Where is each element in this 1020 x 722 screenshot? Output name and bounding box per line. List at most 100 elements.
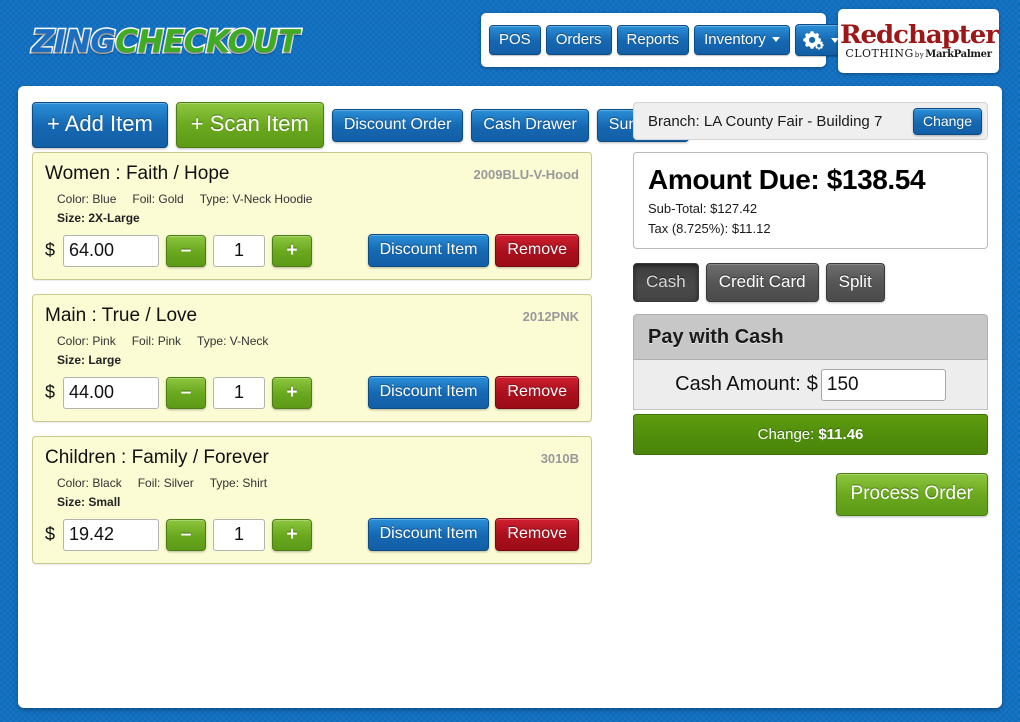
brand-tagline-clothing: CLOTHING: [845, 47, 914, 60]
tab-cash[interactable]: Cash: [633, 263, 699, 302]
checkout-sidebar: Branch: LA County Fair - Building 7 Chan…: [633, 102, 988, 516]
cash-payment-body: Cash Amount: $: [633, 360, 988, 410]
order-toolbar: + Add Item + Scan Item Discount Order Ca…: [32, 102, 690, 148]
price-currency-symbol: $: [45, 524, 56, 544]
remove-item-button[interactable]: Remove: [495, 376, 579, 409]
gear-icon: [803, 30, 825, 50]
store-brand-logo: Redchapter CLOTHING by MarkPalmer: [838, 9, 999, 73]
amount-due: Amount Due: $138.54: [648, 164, 926, 195]
item-price-input[interactable]: [63, 518, 160, 551]
item-attributes: Color: Blue Foil: Gold Type: V-Neck Hood…: [57, 192, 579, 206]
discount-item-button[interactable]: Discount Item: [367, 518, 490, 551]
add-item-button[interactable]: + Add Item: [32, 102, 168, 148]
qty-decrement-button[interactable]: –: [166, 234, 207, 267]
change-value: $11.46: [818, 426, 864, 443]
scan-item-button[interactable]: + Scan Item: [175, 102, 324, 148]
order-item-row: Main : True / Love 2012PNK Color: Pink F…: [32, 294, 592, 422]
tab-split[interactable]: Split: [825, 263, 885, 302]
nav-item-orders[interactable]: Orders: [545, 25, 612, 55]
item-sku: 2009BLU-V-Hood: [473, 167, 579, 182]
item-attributes: Color: Black Foil: Silver Type: Shirt: [57, 476, 579, 490]
item-sku: 2012PNK: [522, 309, 579, 324]
order-item-row: Women : Faith / Hope 2009BLU-V-Hood Colo…: [32, 152, 592, 280]
branch-selector: Branch: LA County Fair - Building 7 Chan…: [633, 102, 988, 140]
process-order-button[interactable]: Process Order: [835, 473, 988, 516]
price-currency-symbol: $: [45, 382, 56, 402]
brand-tagline-artist: MarkPalmer: [925, 49, 992, 60]
brand-name: Redchapter: [839, 20, 999, 49]
logo-text-zing: Zing: [30, 23, 117, 62]
item-color: Color: Blue: [57, 192, 117, 206]
subtotal: Sub-Total: $127.42: [648, 201, 758, 216]
nav-item-inventory-label: Inventory: [704, 31, 766, 48]
order-item-row: Children : Family / Forever 3010B Color:…: [32, 436, 592, 564]
item-price-input[interactable]: [63, 376, 160, 409]
item-controls: $ – + Discount Item Remove: [45, 234, 579, 267]
nav-item-pos[interactable]: POS: [489, 25, 541, 55]
item-title: Children : Family / Forever: [45, 447, 269, 468]
item-controls: $ – + Discount Item Remove: [45, 376, 579, 409]
cash-currency-symbol: $: [806, 373, 818, 395]
item-type: Type: V-Neck Hoodie: [199, 192, 313, 206]
qty-decrement-button[interactable]: –: [166, 518, 207, 551]
item-color: Color: Black: [57, 476, 122, 490]
item-action-buttons: Discount Item Remove: [367, 376, 579, 409]
item-type: Type: V-Neck: [197, 334, 269, 348]
nav-item-inventory[interactable]: Inventory: [694, 25, 790, 55]
discount-item-button[interactable]: Discount Item: [367, 376, 490, 409]
qty-increment-button[interactable]: +: [272, 234, 313, 267]
item-foil: Foil: Silver: [137, 476, 194, 490]
discount-item-button[interactable]: Discount Item: [367, 234, 490, 267]
item-header: Main : True / Love 2012PNK: [45, 305, 579, 327]
item-title: Women : Faith / Hope: [45, 163, 230, 184]
item-size: Size: Small: [57, 495, 121, 509]
item-controls: $ – + Discount Item Remove: [45, 518, 579, 551]
item-title: Main : True / Love: [45, 305, 198, 326]
app-logo: ZingCheckout: [30, 23, 301, 62]
order-totals: Amount Due: $138.54 Sub-Total: $127.42 T…: [633, 152, 988, 249]
item-size: Size: 2X-Large: [57, 211, 140, 225]
item-color: Color: Pink: [57, 334, 116, 348]
item-action-buttons: Discount Item Remove: [367, 234, 579, 267]
item-quantity-input[interactable]: [213, 234, 266, 267]
cash-amount-label: Cash Amount:: [675, 373, 801, 395]
item-action-buttons: Discount Item Remove: [367, 518, 579, 551]
payment-panel-title: Pay with Cash: [633, 314, 988, 360]
brand-tagline-by: by: [914, 51, 925, 59]
remove-item-button[interactable]: Remove: [495, 518, 579, 551]
main-content-panel: + Add Item + Scan Item Discount Order Ca…: [18, 86, 1002, 708]
price-currency-symbol: $: [45, 240, 56, 260]
chevron-down-icon: [771, 37, 780, 42]
change-due-bar: Change: $11.46: [633, 414, 988, 455]
item-type: Type: Shirt: [209, 476, 268, 490]
qty-increment-button[interactable]: +: [272, 376, 313, 409]
remove-item-button[interactable]: Remove: [495, 234, 579, 267]
item-header: Women : Faith / Hope 2009BLU-V-Hood: [45, 163, 579, 185]
item-header: Children : Family / Forever 3010B: [45, 447, 579, 469]
qty-increment-button[interactable]: +: [272, 518, 313, 551]
process-order-row: Process Order: [633, 473, 988, 516]
item-quantity-input[interactable]: [213, 376, 266, 409]
cash-drawer-button[interactable]: Cash Drawer: [471, 108, 589, 142]
change-label: Change:: [757, 426, 815, 443]
branch-label: Branch: LA County Fair - Building 7: [648, 112, 883, 130]
payment-method-tabs: Cash Credit Card Split: [633, 263, 988, 302]
item-price-input[interactable]: [63, 234, 160, 267]
item-attributes: Color: Pink Foil: Pink Type: V-Neck: [57, 334, 579, 348]
nav-item-orders-label: Orders: [555, 31, 602, 48]
tab-credit-card[interactable]: Credit Card: [705, 263, 819, 302]
page-header: ZingCheckout POS Orders Reports Inventor…: [0, 0, 1020, 82]
change-branch-button[interactable]: Change: [912, 107, 982, 135]
item-foil: Foil: Gold: [132, 192, 184, 206]
qty-decrement-button[interactable]: –: [166, 376, 207, 409]
cash-amount-input[interactable]: [820, 368, 946, 401]
item-quantity-input[interactable]: [213, 518, 266, 551]
logo-text-checkout: Checkout: [114, 23, 301, 62]
brand-tagline: CLOTHING by MarkPalmer: [845, 47, 992, 60]
order-item-list: Women : Faith / Hope 2009BLU-V-Hood Colo…: [32, 152, 592, 578]
nav-item-reports[interactable]: Reports: [616, 25, 690, 55]
item-foil: Foil: Pink: [131, 334, 182, 348]
item-size: Size: Large: [57, 353, 122, 367]
discount-order-button[interactable]: Discount Order: [331, 108, 464, 142]
nav-item-pos-label: POS: [499, 31, 531, 48]
